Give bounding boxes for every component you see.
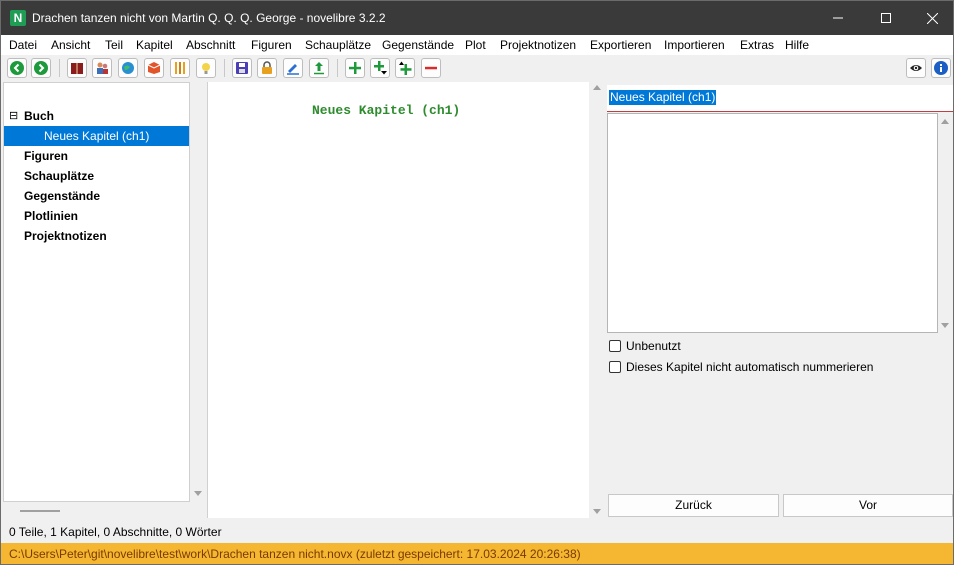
view-toggle-button[interactable]	[906, 58, 926, 78]
add-icon	[349, 62, 361, 74]
save-button[interactable]	[232, 58, 252, 78]
no-numbering-checkbox[interactable]	[609, 361, 621, 373]
back-nav-button[interactable]: Zurück	[608, 494, 779, 517]
minimize-icon	[833, 17, 843, 19]
scroll-up-icon[interactable]	[941, 119, 949, 124]
locations-view-button[interactable]	[118, 58, 138, 78]
plotlines-icon	[175, 62, 185, 74]
forward-button[interactable]	[31, 58, 51, 78]
status-bar: 0 Teile, 1 Kapitel, 0 Abschnitte, 0 Wört…	[1, 520, 953, 542]
menu-teil[interactable]: Teil	[105, 38, 123, 52]
project-notes-view-button[interactable]	[196, 58, 216, 78]
export-button[interactable]	[309, 58, 329, 78]
no-numbering-label: Dieses Kapitel nicht automatisch nummeri…	[626, 360, 874, 374]
menu-kapitel[interactable]: Kapitel	[136, 38, 173, 52]
unused-label: Unbenutzt	[626, 339, 681, 353]
tree-item-figuren[interactable]: Figuren	[24, 146, 68, 166]
word-count-status: 0 Teile, 1 Kapitel, 0 Abschnitte, 0 Wört…	[9, 525, 222, 539]
menu-figuren[interactable]: Figuren	[251, 38, 292, 52]
project-tree[interactable]: ⊟ Buch Neues Kapitel (ch1) Figuren Schau…	[3, 82, 190, 502]
tree-item-gegenstaende[interactable]: Gegenstände	[24, 186, 100, 206]
file-path-status: C:\Users\Peter\git\novelibre\test\work\D…	[9, 547, 581, 561]
chapter-heading: Neues Kapitel (ch1)	[312, 103, 461, 118]
add-parent-button[interactable]	[395, 58, 415, 78]
chapter-title-input[interactable]: Neues Kapitel (ch1)	[607, 85, 953, 112]
app-window: N Drachen tanzen nicht von Martin Q. Q. …	[0, 0, 954, 565]
tree-item-projektnotizen[interactable]: Projektnotizen	[24, 226, 107, 246]
scroll-up-icon[interactable]	[593, 85, 601, 90]
scroll-down-icon[interactable]	[194, 491, 202, 496]
lock-button[interactable]	[257, 58, 277, 78]
forward-icon	[34, 61, 48, 75]
items-view-button[interactable]	[144, 58, 164, 78]
menu-abschnitt[interactable]: Abschnitt	[186, 38, 235, 52]
info-button[interactable]	[931, 58, 951, 78]
back-icon	[10, 61, 24, 75]
viewer-scrollbar[interactable]	[589, 82, 605, 518]
close-button[interactable]	[909, 1, 953, 35]
menu-exportieren[interactable]: Exportieren	[590, 38, 651, 52]
menu-schauplaetze[interactable]: Schauplätze	[305, 38, 371, 52]
scroll-thumb[interactable]	[20, 510, 60, 512]
edit-button[interactable]	[283, 58, 303, 78]
maximize-button[interactable]	[863, 1, 909, 35]
delete-icon	[425, 66, 437, 70]
menu-projektnotizen[interactable]: Projektnotizen	[500, 38, 576, 52]
menu-hilfe[interactable]: Hilfe	[785, 38, 809, 52]
add-button[interactable]	[345, 58, 365, 78]
menu-gegenstaende[interactable]: Gegenstände	[382, 38, 454, 52]
tree-item-buch[interactable]: Buch	[24, 106, 54, 126]
items-icon	[147, 62, 161, 74]
characters-view-button[interactable]	[92, 58, 112, 78]
tree-horizontal-scrollbar[interactable]	[3, 502, 190, 518]
title-bar: N Drachen tanzen nicht von Martin Q. Q. …	[1, 1, 953, 35]
unused-checkbox[interactable]	[609, 340, 621, 352]
back-button[interactable]	[7, 58, 27, 78]
lock-icon	[262, 61, 272, 74]
app-logo-icon: N	[10, 10, 26, 26]
next-nav-button[interactable]: Vor	[783, 494, 953, 517]
notes-scrollbar[interactable]	[938, 113, 953, 333]
menu-plot[interactable]: Plot	[465, 38, 486, 52]
add-parent-icon	[399, 61, 412, 75]
book-view-button[interactable]	[67, 58, 87, 78]
menu-bar: Datei Ansicht Teil Kapitel Abschnitt Fig…	[1, 35, 953, 55]
info-icon	[934, 61, 948, 75]
project-notes-icon	[202, 63, 210, 74]
menu-ansicht[interactable]: Ansicht	[51, 38, 90, 52]
menu-importieren[interactable]: Importieren	[664, 38, 725, 52]
tree-vertical-scrollbar[interactable]	[190, 82, 206, 502]
tree-item-chapter[interactable]: Neues Kapitel (ch1)	[44, 126, 149, 146]
save-icon	[236, 62, 248, 74]
chapter-title-value: Neues Kapitel (ch1)	[609, 90, 717, 105]
toolbar	[1, 55, 953, 81]
scroll-down-icon[interactable]	[941, 323, 949, 328]
book-icon	[71, 63, 83, 74]
chapter-notes-textarea[interactable]	[607, 113, 938, 333]
window-title: Drachen tanzen nicht von Martin Q. Q. Q.…	[32, 11, 386, 25]
plotlines-view-button[interactable]	[170, 58, 190, 78]
delete-button[interactable]	[421, 58, 441, 78]
add-child-button[interactable]	[370, 58, 390, 78]
menu-datei[interactable]: Datei	[9, 38, 37, 52]
add-child-icon	[374, 61, 387, 75]
collapse-icon[interactable]: ⊟	[9, 110, 18, 122]
tree-item-schauplaetze[interactable]: Schauplätze	[24, 166, 94, 186]
file-path-bar: C:\Users\Peter\git\novelibre\test\work\D…	[1, 543, 953, 564]
locations-icon	[122, 62, 134, 74]
menu-extras[interactable]: Extras	[740, 38, 774, 52]
view-icon	[910, 65, 922, 71]
characters-icon	[97, 62, 108, 74]
close-icon	[926, 12, 938, 24]
scroll-down-icon[interactable]	[593, 509, 601, 514]
maximize-icon	[881, 13, 891, 23]
content-viewer[interactable]: Neues Kapitel (ch1)	[207, 82, 590, 518]
tree-item-plotlinien[interactable]: Plotlinien	[24, 206, 78, 226]
edit-icon	[287, 64, 299, 75]
minimize-button[interactable]	[815, 1, 861, 35]
export-icon	[314, 62, 324, 75]
